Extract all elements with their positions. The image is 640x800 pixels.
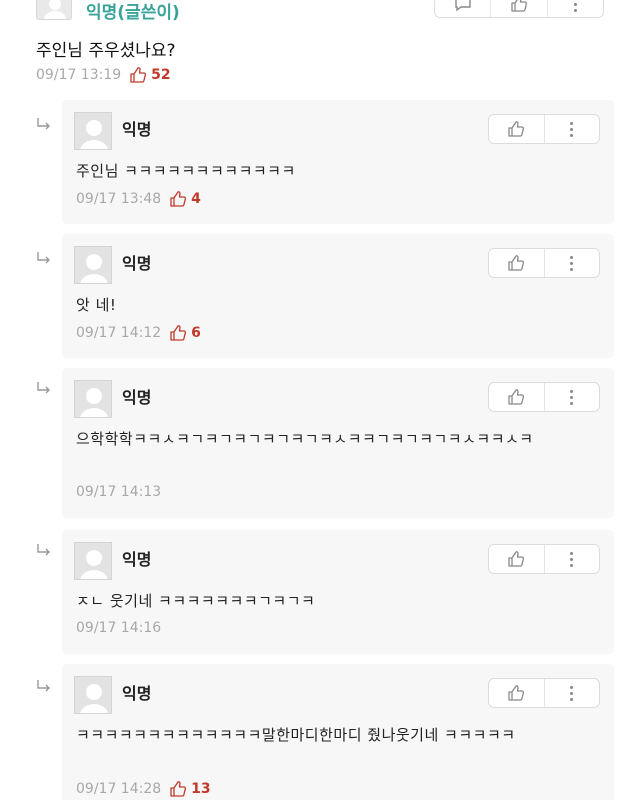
reply-arrow-icon	[37, 118, 50, 130]
like-button[interactable]	[489, 679, 545, 707]
thumbs-up-icon	[169, 780, 187, 798]
thumbs-up-icon	[169, 324, 187, 342]
comment-button[interactable]	[435, 0, 492, 17]
avatar	[36, 0, 72, 20]
reply-time: 09/17 14:16	[76, 620, 162, 636]
top-comment: 익명(글쓴이) 주인님 주우셨나요? 09/17 13:19 52	[0, 0, 640, 96]
reply-arrow-icon	[37, 680, 50, 692]
like-button[interactable]	[491, 0, 548, 17]
more-button[interactable]	[548, 0, 603, 17]
more-icon	[573, 0, 577, 12]
like-button[interactable]	[489, 545, 545, 573]
reply-actions	[488, 544, 600, 574]
reply-meta: 09/17 13:48 4	[76, 190, 201, 208]
reply-text: 으학학학ㅋㅋㅅㅋㄱㅋㄱㅋㄱㅋㄱㅋㄱㅋㅅㅋㅋㄱㅋㄱㅋㄱㅋㅅㅋㅋㅅㅋ	[76, 430, 534, 448]
like-count: 4	[191, 191, 201, 207]
more-icon	[570, 255, 574, 271]
comment-meta: 09/17 13:19 52	[36, 66, 171, 84]
like-button[interactable]	[489, 249, 545, 277]
reply-actions	[488, 114, 600, 144]
like-count: 52	[151, 67, 171, 83]
reply-arrow-icon	[37, 544, 50, 556]
reply-actions	[488, 678, 600, 708]
avatar	[74, 112, 112, 150]
more-icon	[570, 685, 574, 701]
reply-author: 익명	[122, 550, 152, 569]
reply-text: 앗 네!	[76, 296, 117, 314]
more-button[interactable]	[545, 115, 600, 143]
thumbs-up-icon	[508, 685, 525, 701]
more-button[interactable]	[545, 545, 600, 573]
reply-card: 익명 앗 네! 09/17 14:12 6	[62, 234, 614, 358]
reply-arrow-icon	[37, 252, 50, 264]
avatar	[74, 380, 112, 418]
like-button[interactable]	[489, 383, 545, 411]
reply-time: 09/17 13:48	[76, 191, 162, 207]
reply-time: 09/17 14:13	[76, 484, 162, 500]
reply-author: 익명	[122, 388, 152, 407]
reply-time: 09/17 14:28	[76, 781, 162, 797]
reply-author: 익명	[122, 120, 152, 139]
avatar	[74, 246, 112, 284]
thumbs-up-icon	[508, 389, 525, 405]
thumbs-up-icon	[508, 551, 525, 567]
comment-text: 주인님 주우셨나요?	[36, 41, 176, 61]
thumbs-up-icon	[169, 190, 187, 208]
thumbs-up-icon	[129, 66, 147, 84]
more-button[interactable]	[545, 383, 600, 411]
reply-author: 익명	[122, 684, 152, 703]
avatar	[74, 676, 112, 714]
more-icon	[570, 121, 574, 137]
reply-card: 익명 주인님 ㅋㅋㅋㅋㅋㅋㅋㅋㅋㅋㅋㅋ 09/17 13:48 4	[62, 100, 614, 224]
reply-arrow-icon	[37, 382, 50, 394]
reply-card: 익명 ㅈㄴ 웃기네 ㅋㅋㅋㅋㅋㅋㅋㄱㅋㄱㅋ 09/17 14:16	[62, 530, 614, 654]
comment-icon	[454, 0, 471, 12]
more-icon	[570, 551, 574, 567]
thumbs-up-icon	[508, 121, 525, 137]
reply-time: 09/17 14:12	[76, 325, 162, 341]
reply-card: 익명 ㅋㅋㅋㅋㅋㅋㅋㅋㅋㅋㅋㅋㅋ말한마디한마디 줬나웃기네 ㅋㅋㅋㅋㅋ 09/1…	[62, 664, 614, 800]
reply-text: ㅋㅋㅋㅋㅋㅋㅋㅋㅋㅋㅋㅋㅋ말한마디한마디 줬나웃기네 ㅋㅋㅋㅋㅋ	[76, 726, 516, 744]
reply-author: 익명	[122, 254, 152, 273]
reply-meta: 09/17 14:13	[76, 484, 161, 500]
comment-time: 09/17 13:19	[36, 67, 122, 83]
reply-text: ㅈㄴ 웃기네 ㅋㅋㅋㅋㅋㅋㅋㄱㅋㄱㅋ	[76, 592, 316, 610]
thumbs-up-icon	[511, 0, 528, 12]
more-icon	[570, 389, 574, 405]
reply-actions	[488, 248, 600, 278]
reply-meta: 09/17 14:12 6	[76, 324, 201, 342]
like-button[interactable]	[489, 115, 545, 143]
thumbs-up-icon	[508, 255, 525, 271]
reply-card: 익명 으학학학ㅋㅋㅅㅋㄱㅋㄱㅋㄱㅋㄱㅋㄱㅋㅅㅋㅋㄱㅋㄱㅋㄱㅋㅅㅋㅋㅅㅋ 09/1…	[62, 368, 614, 518]
reply-actions	[488, 382, 600, 412]
reply-text: 주인님 ㅋㅋㅋㅋㅋㅋㅋㅋㅋㅋㅋㅋ	[76, 162, 296, 180]
like-count: 6	[191, 325, 201, 341]
more-button[interactable]	[545, 679, 600, 707]
like-count: 13	[191, 781, 211, 797]
comment-actions	[434, 0, 604, 18]
reply-meta: 09/17 14:16	[76, 620, 161, 636]
more-button[interactable]	[545, 249, 600, 277]
reply-meta: 09/17 14:28 13	[76, 780, 211, 798]
avatar	[74, 542, 112, 580]
comment-author: 익명(글쓴이)	[86, 3, 180, 23]
